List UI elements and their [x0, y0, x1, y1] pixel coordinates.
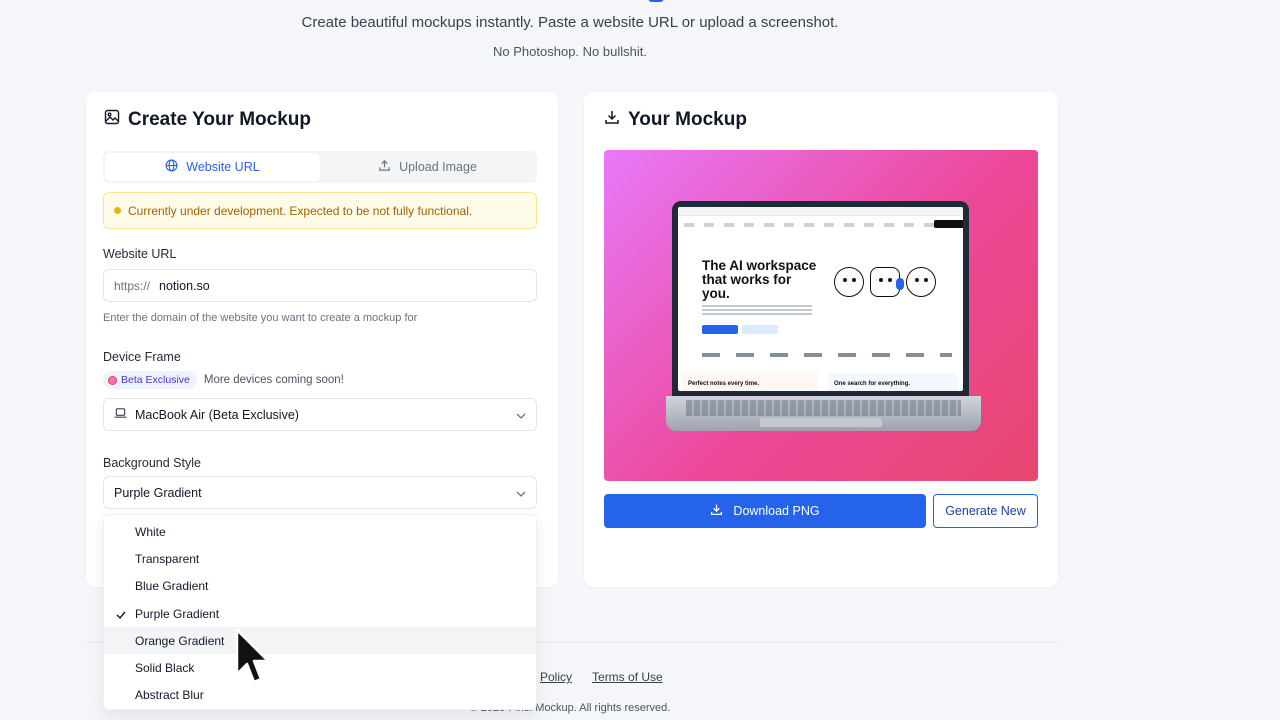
warning-dot-icon	[114, 207, 121, 214]
site-secondary-button	[742, 325, 778, 334]
site-headline: The AI workspace that works for you.	[702, 258, 817, 301]
development-notice: Currently under development. Expected to…	[103, 192, 537, 229]
tab-upload-image-label: Upload Image	[399, 160, 477, 174]
option-abstract-blur[interactable]: Abstract Blur	[104, 682, 536, 709]
site-logos	[702, 353, 952, 357]
hero-title-fragment	[648, 0, 664, 2]
option-label: Orange Gradient	[135, 633, 225, 648]
option-label: Purple Gradient	[135, 606, 220, 621]
option-white[interactable]: White	[104, 518, 536, 545]
site-nav-button	[934, 220, 963, 228]
url-prefix: https://	[114, 278, 151, 293]
beta-badge-icon	[108, 375, 117, 385]
device-frame-label: Device Frame	[103, 350, 181, 364]
upload-icon	[378, 159, 391, 175]
generate-new-button[interactable]: Generate New	[933, 494, 1038, 528]
site-illustration	[834, 267, 936, 297]
laptop-icon	[114, 407, 127, 422]
site-body-text	[702, 305, 812, 317]
globe-icon	[165, 159, 178, 175]
device-frame-select[interactable]: MacBook Air (Beta Exclusive)	[103, 398, 537, 431]
browser-bar	[678, 207, 963, 216]
site-nav	[684, 223, 963, 227]
hero-tagline: No Photoshop. No bullshit.	[493, 44, 647, 59]
more-devices-note: More devices coming soon!	[203, 374, 344, 386]
laptop-trackpad	[760, 418, 882, 427]
background-style-selected: Purple Gradient	[114, 485, 202, 500]
website-url-label: Website URL	[103, 247, 177, 261]
development-notice-text: Currently under development. Expected to…	[128, 203, 473, 218]
your-mockup-card: Your Mockup The AI workspace that works …	[584, 92, 1058, 587]
option-transparent[interactable]: Transparent	[104, 545, 536, 572]
option-label: Blue Gradient	[135, 579, 209, 594]
laptop-keyboard	[686, 400, 961, 416]
footer-links: Policy Terms of Use	[540, 670, 663, 684]
site-card-text: One search for everything.	[834, 381, 911, 387]
tab-website-url[interactable]: Website URL	[105, 153, 320, 181]
chevron-down-icon	[516, 486, 526, 500]
download-png-label: Download PNG	[733, 504, 820, 518]
download-icon	[604, 109, 620, 131]
site-primary-button	[702, 325, 738, 334]
website-url-field[interactable]: https:// notion.so	[103, 269, 537, 302]
download-icon	[710, 503, 723, 519]
hero-subtitle: Create beautiful mockups instantly. Past…	[301, 14, 839, 31]
option-solid-black[interactable]: Solid Black	[104, 654, 536, 681]
option-label: Solid Black	[135, 661, 195, 676]
option-label: Transparent	[135, 551, 200, 566]
your-mockup-heading: Your Mockup	[604, 109, 747, 131]
beta-badge-label: Beta Exclusive	[121, 374, 190, 386]
option-purple-gradient[interactable]: Purple Gradient	[104, 600, 536, 627]
laptop-screen: The AI workspace that works for you. Per…	[672, 201, 969, 397]
chevron-down-icon	[516, 408, 526, 422]
website-url-input-value: notion.so	[159, 278, 210, 293]
terms-of-use-link[interactable]: Terms of Use	[592, 670, 663, 684]
tab-website-url-label: Website URL	[186, 160, 260, 174]
website-screenshot: The AI workspace that works for you. Per…	[678, 207, 963, 391]
check-icon	[116, 608, 126, 622]
your-mockup-title: Your Mockup	[628, 109, 747, 130]
generate-new-label: Generate New	[945, 504, 1026, 518]
option-blue-gradient[interactable]: Blue Gradient	[104, 573, 536, 600]
device-frame-beta-row: Beta Exclusive More devices coming soon!	[103, 371, 344, 389]
option-label: Abstract Blur	[135, 688, 204, 703]
face-illustration	[870, 267, 904, 297]
create-mockup-heading: Create Your Mockup	[104, 109, 311, 131]
create-mockup-card: Create Your Mockup Website URL Upload Im…	[86, 92, 558, 587]
download-png-button[interactable]: Download PNG	[604, 494, 926, 528]
image-icon	[104, 109, 120, 131]
background-style-dropdown: White Transparent Blue Gradient Purple G…	[103, 514, 537, 710]
face-illustration	[834, 267, 864, 297]
mouse-cursor-icon	[234, 628, 272, 693]
mockup-preview: The AI workspace that works for you. Per…	[604, 150, 1038, 481]
option-orange-gradient[interactable]: Orange Gradient	[104, 627, 536, 655]
device-frame-selected: MacBook Air (Beta Exclusive)	[135, 407, 299, 422]
site-card-text: Perfect notes every time.	[688, 381, 760, 387]
background-style-label: Background Style	[103, 456, 201, 470]
background-style-select[interactable]: Purple Gradient	[103, 476, 537, 509]
option-label: White	[135, 524, 166, 539]
source-tabs: Website URL Upload Image	[103, 151, 537, 183]
website-url-help: Enter the domain of the website you want…	[103, 312, 418, 324]
beta-exclusive-badge: Beta Exclusive	[103, 371, 197, 389]
face-illustration	[906, 267, 936, 297]
privacy-policy-link[interactable]: Policy	[540, 670, 572, 684]
create-mockup-title: Create Your Mockup	[128, 109, 312, 130]
tab-upload-image[interactable]: Upload Image	[320, 153, 535, 181]
